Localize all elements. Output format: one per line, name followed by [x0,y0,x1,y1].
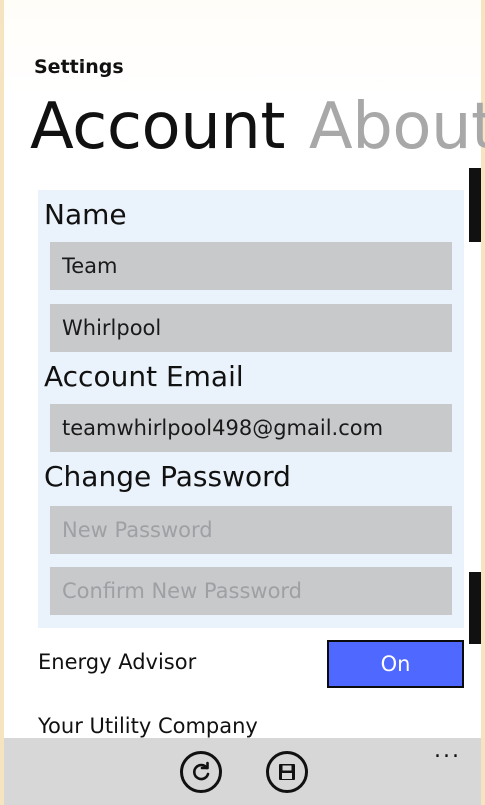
utility-company-label: Your Utility Company [38,714,258,738]
pivot-header: Account About [30,88,485,166]
account-panel: Name Account Email Change Password [38,190,464,628]
energy-advisor-toggle[interactable]: On [327,640,464,688]
first-name-field[interactable] [50,242,452,290]
scroll-marker-top [469,168,481,242]
app-title: Settings [34,56,124,78]
scroll-marker-bottom [469,572,481,644]
name-label: Name [44,198,127,231]
refresh-button[interactable] [180,751,222,793]
change-password-label: Change Password [44,460,291,493]
app-bar: ... [4,738,481,805]
confirm-password-field[interactable] [50,567,452,615]
account-email-label: Account Email [44,360,244,393]
energy-advisor-label: Energy Advisor [38,650,197,674]
last-name-field[interactable] [50,304,452,352]
email-field[interactable] [50,404,452,452]
save-button[interactable] [266,751,308,793]
tab-about[interactable]: About [309,88,485,166]
new-password-field[interactable] [50,506,452,554]
settings-page: Settings Account About Name Account Email… [0,0,485,805]
refresh-icon [193,761,210,781]
tab-account[interactable]: Account [30,88,285,166]
save-icon [279,764,295,780]
more-options-ellipsis[interactable]: ... [434,740,461,762]
